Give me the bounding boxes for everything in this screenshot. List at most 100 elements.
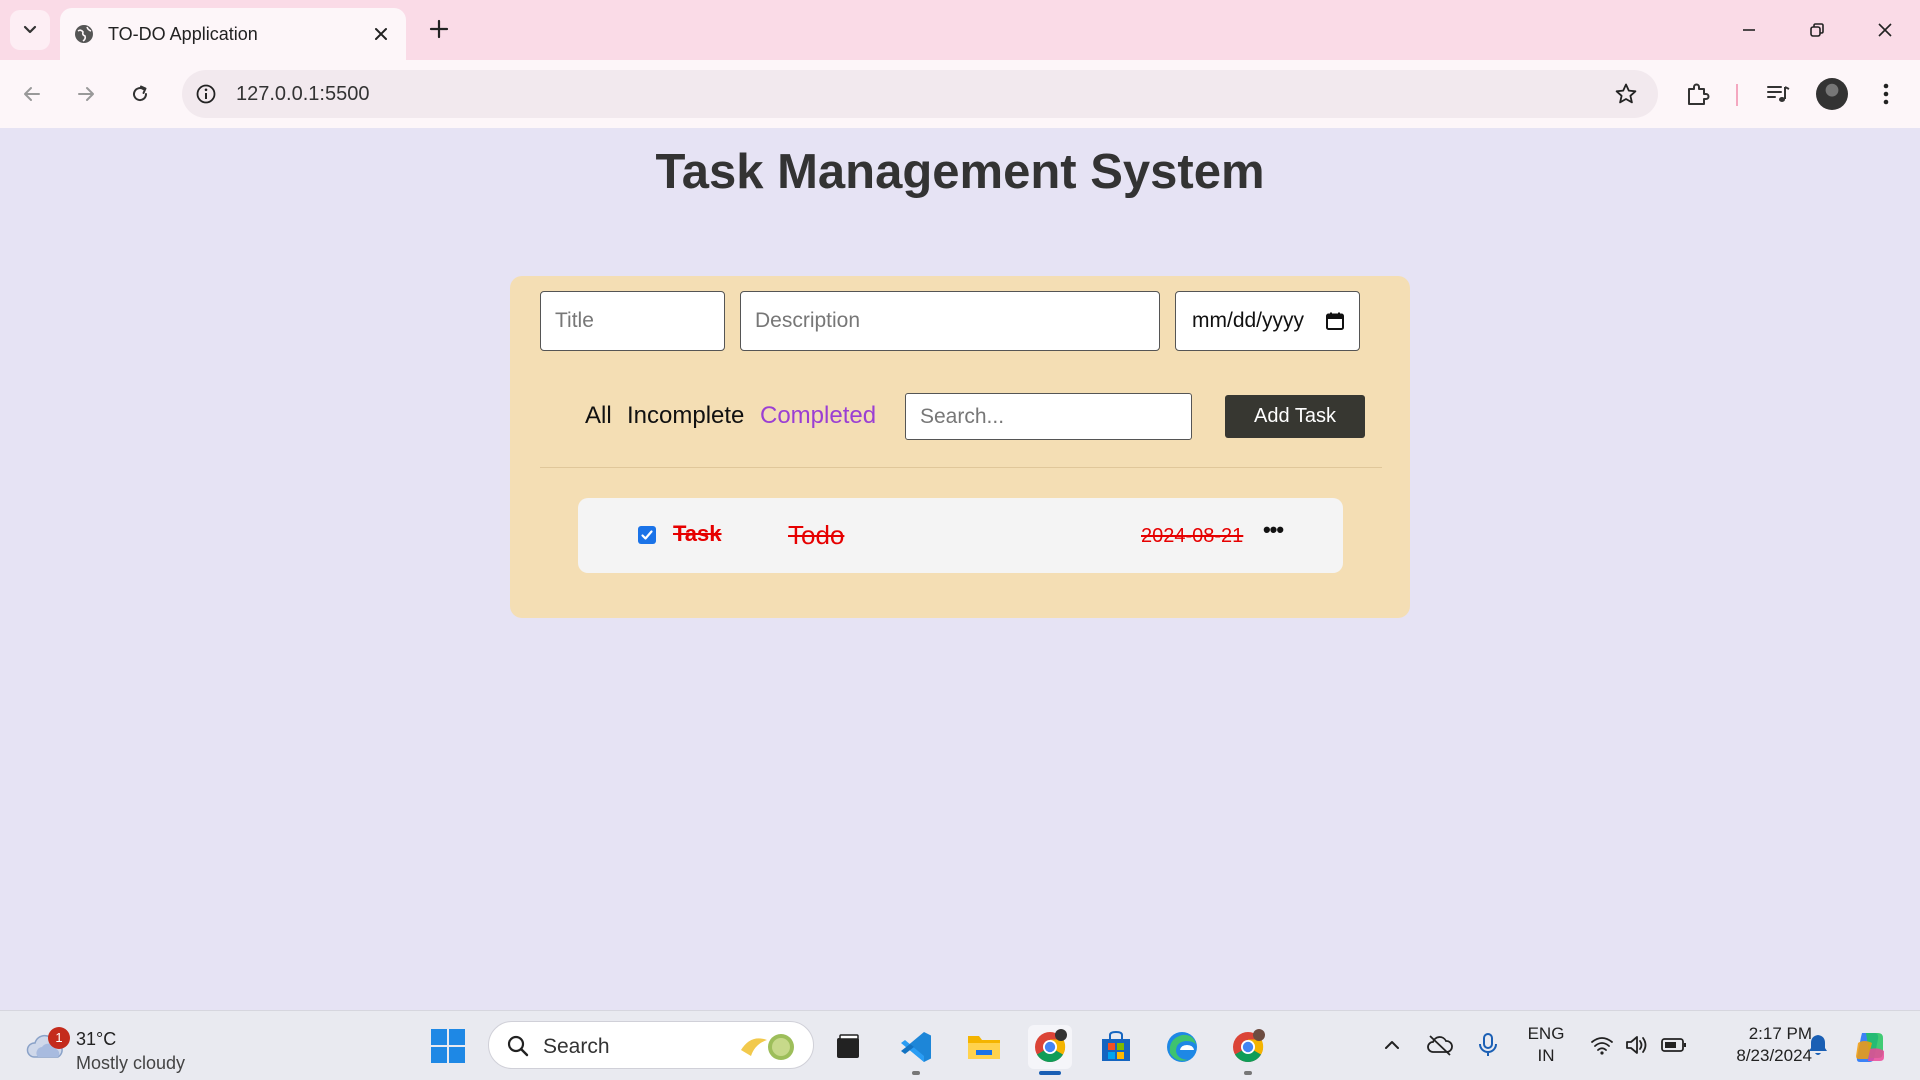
weather-badge: 1 [48, 1027, 70, 1049]
chrome-icon [1035, 1029, 1067, 1063]
new-tab-button[interactable] [424, 14, 454, 44]
arrow-right-icon [78, 87, 94, 101]
edge-icon [1167, 1032, 1197, 1062]
microphone-icon [1479, 1033, 1497, 1056]
site-info-icon[interactable] [194, 82, 218, 106]
microsoft-store-app[interactable] [1094, 1025, 1138, 1069]
weather-temp: 31°C [76, 1029, 117, 1049]
clock-time: 2:17 PM [1748, 1024, 1812, 1043]
restore-button[interactable] [1794, 12, 1840, 48]
task-view-button[interactable] [826, 1025, 870, 1069]
add-task-button[interactable]: Add Task [1225, 395, 1365, 438]
microphone-tray[interactable] [1474, 1031, 1502, 1059]
task-title: Task [673, 521, 722, 546]
file-explorer-app[interactable] [962, 1025, 1006, 1069]
checkmark-icon [641, 530, 653, 540]
page-title: Task Management System [655, 145, 1265, 199]
search-highlight-icon [741, 1034, 794, 1060]
browser-tab-bar: TO-DO Application [0, 0, 1920, 60]
clock-date: 8/23/2024 [1736, 1046, 1812, 1065]
volume-icon [1626, 1036, 1647, 1054]
vscode-icon [901, 1032, 931, 1062]
bell-icon [1809, 1035, 1827, 1055]
wifi-icon [1591, 1037, 1613, 1055]
tray-overflow-button[interactable] [1378, 1031, 1406, 1059]
puzzle-icon [1688, 83, 1710, 105]
filter-all[interactable]: All [585, 402, 612, 430]
more-vertical-icon [1883, 83, 1889, 105]
back-button[interactable] [14, 76, 50, 112]
date-input[interactable]: mm/dd/yyyy [1175, 291, 1360, 351]
description-input[interactable] [740, 291, 1160, 351]
windows-start-icon[interactable] [430, 1028, 466, 1064]
running-indicator [912, 1071, 920, 1075]
battery-tray[interactable] [1660, 1031, 1688, 1059]
task-more-button[interactable]: ••• [1258, 516, 1288, 546]
title-input[interactable] [540, 291, 725, 351]
language-code: ENG [1527, 1024, 1565, 1043]
chevron-down-icon [23, 25, 37, 34]
task-panel: mm/dd/yyyy All Incomplete Completed Add … [510, 276, 1410, 618]
weather-widget[interactable]: 1 31°C Mostly cloudy [26, 1021, 206, 1073]
onedrive-tray[interactable] [1426, 1031, 1454, 1059]
notifications-tray[interactable] [1804, 1031, 1832, 1059]
close-window-button[interactable] [1862, 12, 1908, 48]
chevron-up-icon [1385, 1041, 1399, 1049]
chrome-icon [1233, 1029, 1265, 1063]
active-indicator [1039, 1071, 1061, 1075]
language-indicator[interactable]: ENG IN [1526, 1023, 1566, 1067]
filter-completed[interactable]: Completed [760, 402, 876, 430]
divider [540, 467, 1382, 468]
music-queue-icon [1767, 86, 1790, 102]
media-control-button[interactable] [1762, 78, 1794, 110]
vscode-app[interactable] [894, 1025, 938, 1075]
folder-icon [968, 1036, 1000, 1059]
close-icon [1878, 23, 1892, 37]
browser-tab[interactable]: TO-DO Application [60, 8, 406, 60]
chrome-profile-app[interactable] [1226, 1025, 1270, 1075]
globe-icon [75, 25, 93, 43]
toolbar-separator [1736, 84, 1738, 106]
edge-app[interactable] [1160, 1025, 1204, 1069]
battery-icon [1661, 1038, 1686, 1052]
profile-avatar[interactable] [1816, 78, 1848, 110]
taskbar-search[interactable]: Search [488, 1021, 814, 1069]
task-view-icon [837, 1034, 859, 1058]
cloud-offline-icon [1427, 1035, 1453, 1056]
calendar-icon[interactable] [1325, 311, 1345, 331]
plus-icon [429, 19, 449, 39]
chrome-app-active[interactable] [1028, 1025, 1072, 1075]
weather-condition: Mostly cloudy [76, 1053, 186, 1073]
task-description: Todo [788, 520, 845, 550]
extensions-button[interactable] [1682, 78, 1714, 110]
system-clock[interactable]: 2:17 PM 8/23/2024 [1700, 1023, 1812, 1067]
tab-close-button[interactable] [370, 23, 392, 45]
filter-incomplete[interactable]: Incomplete [627, 402, 744, 430]
task-complete-checkbox[interactable] [638, 526, 656, 544]
address-bar[interactable]: 127.0.0.1:5500 [182, 70, 1658, 118]
taskbar: 1 31°C Mostly cloudy Search ENG IN 2:17 … [0, 1010, 1920, 1080]
browser-toolbar: 127.0.0.1:5500 [0, 60, 1920, 128]
task-item: Task Todo 2024-08-21 ••• [578, 498, 1343, 573]
taskbar-search-label: Search [543, 1035, 610, 1058]
reload-button[interactable] [122, 76, 158, 112]
close-icon [375, 28, 387, 40]
forward-button[interactable] [68, 76, 104, 112]
running-indicator [1244, 1071, 1252, 1075]
tab-search-button[interactable] [10, 10, 50, 50]
bookmark-star-icon[interactable] [1614, 82, 1638, 106]
minimize-button[interactable] [1726, 12, 1772, 48]
url-text: 127.0.0.1:5500 [236, 83, 370, 105]
browser-menu-button[interactable] [1870, 78, 1902, 110]
region-code: IN [1537, 1046, 1555, 1065]
arrow-left-icon [24, 87, 40, 101]
date-placeholder: mm/dd/yyyy [1192, 309, 1305, 332]
store-icon [1102, 1030, 1130, 1061]
tab-title: TO-DO Application [108, 23, 258, 44]
copilot-icon[interactable] [1852, 1029, 1888, 1065]
search-input[interactable] [905, 393, 1192, 440]
reload-icon [133, 85, 148, 102]
wifi-tray[interactable] [1588, 1031, 1616, 1059]
volume-tray[interactable] [1624, 1031, 1652, 1059]
minimize-icon [1743, 29, 1755, 31]
